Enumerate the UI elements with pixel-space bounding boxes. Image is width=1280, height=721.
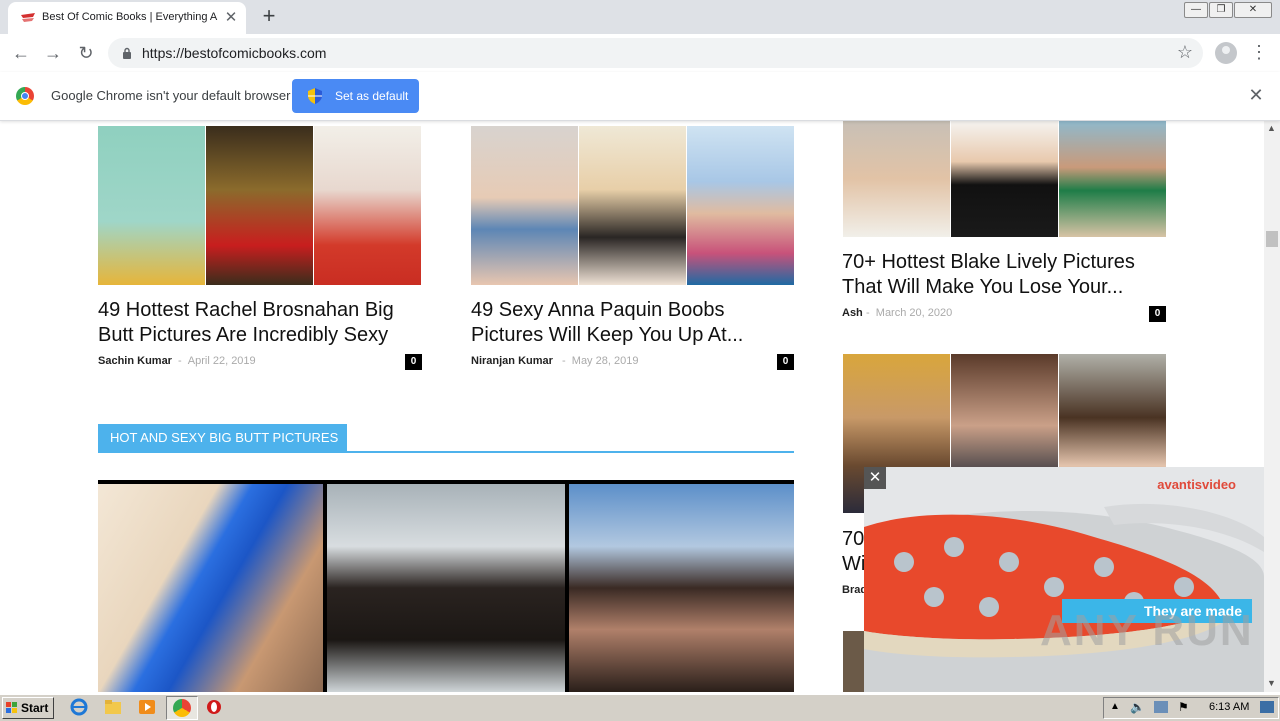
post-author[interactable]: Brad <box>842 584 864 596</box>
post-thumbnail[interactable] <box>98 126 421 285</box>
start-label: Start <box>21 701 49 715</box>
profile-avatar-icon[interactable] <box>1215 42 1237 64</box>
taskbar-chrome-button[interactable] <box>166 696 198 720</box>
back-arrow-icon[interactable]: ← <box>10 42 32 64</box>
title-bar: Best Of Comic Books | Everything Ab ✕ + … <box>0 0 1280 34</box>
volume-icon[interactable]: 🔈 <box>1130 700 1145 714</box>
featured-image[interactable] <box>98 480 794 692</box>
scrollbar-thumb[interactable] <box>1266 231 1278 247</box>
tab-close-icon[interactable]: ✕ <box>222 9 240 27</box>
section-divider <box>98 451 794 453</box>
uac-shield-icon <box>308 88 322 104</box>
infobar-message: Google Chrome isn't your default browser <box>51 88 291 103</box>
post-author[interactable]: Sachin Kumar <box>98 355 172 367</box>
scroll-down-arrow-icon[interactable]: ▼ <box>1267 678 1276 688</box>
video-ad[interactable]: avantisvideo They are made <box>864 467 1264 692</box>
reload-icon[interactable]: ↻ <box>75 42 97 64</box>
network-icon[interactable] <box>1154 701 1168 713</box>
ad-close-icon[interactable]: ✕ <box>864 467 886 489</box>
restore-button[interactable]: ❐ <box>1209 2 1233 18</box>
default-browser-infobar: Google Chrome isn't your default browser… <box>0 72 1280 121</box>
comment-count-badge[interactable]: 0 <box>405 354 422 370</box>
post-title[interactable]: 49 Sexy Anna Paquin Boobs Pictures Will … <box>471 298 801 348</box>
clock[interactable]: 6:13 AM <box>1209 701 1249 713</box>
show-desktop-icon[interactable] <box>1260 701 1274 713</box>
post-date: - May 28, 2019 <box>562 355 639 367</box>
action-center-flag-icon[interactable]: ⚑ <box>1178 700 1189 714</box>
post-date-text: May 28, 2019 <box>571 355 639 367</box>
browser-toolbar: ← → ↻ https://bestofcomicbooks.com ☆ ⋮ <box>0 34 1280 73</box>
chrome-logo-icon <box>16 87 34 105</box>
chrome-icon <box>173 699 191 717</box>
media-player-icon[interactable] <box>138 698 156 716</box>
anyrun-watermark: ANY RUN <box>1040 606 1254 655</box>
new-tab-icon[interactable]: + <box>258 5 280 28</box>
post-author[interactable]: Niranjan Kumar <box>471 355 553 367</box>
lock-icon <box>123 47 131 59</box>
infobar-close-icon[interactable]: ✕ <box>1247 86 1265 104</box>
file-explorer-icon[interactable] <box>104 698 122 716</box>
post-title[interactable]: 49 Hottest Rachel Brosnahan Big Butt Pic… <box>98 298 428 348</box>
close-window-button[interactable]: ✕ <box>1234 2 1272 18</box>
ad-brand-logo[interactable]: avantisvideo <box>1157 477 1236 492</box>
set-as-default-button[interactable]: Set as default <box>292 79 419 113</box>
post-title-line: Pictures Will Keep You Up At... <box>471 324 744 346</box>
browser-tab[interactable]: Best Of Comic Books | Everything Ab ✕ <box>8 2 246 34</box>
start-button[interactable]: Start <box>2 697 54 719</box>
menu-kebab-icon[interactable]: ⋮ <box>1250 41 1268 63</box>
site-favicon-icon <box>21 13 35 22</box>
post-date-text: March 20, 2020 <box>875 307 953 319</box>
internet-explorer-icon[interactable] <box>70 698 88 716</box>
ad-shoe-image <box>864 467 1264 692</box>
system-tray: ▲ 🔈 ⚑ 6:13 AM <box>1103 697 1279 719</box>
comment-count-badge[interactable]: 0 <box>1149 306 1166 322</box>
page-scrollbar[interactable]: ▲ ▼ <box>1264 121 1280 692</box>
post-date-text: April 22, 2019 <box>187 355 256 367</box>
set-as-default-label: Set as default <box>335 89 409 103</box>
windows-flag-icon <box>6 702 17 713</box>
forward-arrow-icon[interactable]: → <box>42 42 64 64</box>
opera-icon[interactable] <box>205 698 223 716</box>
comment-count-badge[interactable]: 0 <box>777 354 794 370</box>
tab-title: Best Of Comic Books | Everything Ab <box>42 11 218 23</box>
post-title-line: 49 Sexy Anna Paquin Boobs <box>471 299 725 321</box>
minimize-button[interactable]: — <box>1184 2 1208 18</box>
post-thumbnail[interactable] <box>471 126 794 285</box>
windows-taskbar: Start ▲ 🔈 ⚑ 6:13 AM <box>0 694 1280 721</box>
section-heading[interactable]: HOT AND SEXY BIG BUTT PICTURES <box>98 424 347 452</box>
sidebar-post-thumbnail[interactable] <box>843 121 1166 237</box>
post-author[interactable]: Ash <box>842 307 863 319</box>
post-title-line: 70+ Hottest Blake Lively Pictures <box>842 251 1135 273</box>
post-date: - March 20, 2020 <box>866 307 953 319</box>
post-date: - April 22, 2019 <box>178 355 256 367</box>
bookmark-star-icon[interactable]: ☆ <box>1177 42 1193 63</box>
address-bar[interactable]: https://bestofcomicbooks.com ☆ <box>108 38 1203 68</box>
sidebar-post-thumbnail[interactable] <box>843 631 864 692</box>
post-title-line: Butt Pictures Are Incredibly Sexy <box>98 324 389 346</box>
scroll-up-arrow-icon[interactable]: ▲ <box>1267 123 1276 133</box>
post-title-line: 49 Hottest Rachel Brosnahan Big <box>98 299 394 321</box>
tray-expand-icon[interactable]: ▲ <box>1110 701 1120 712</box>
sidebar-post-title[interactable]: 70+ Hottest Blake Lively Pictures That W… <box>842 250 1172 300</box>
url-text: https://bestofcomicbooks.com <box>142 45 327 61</box>
post-title-line: That Will Make You Lose Your... <box>842 276 1124 298</box>
